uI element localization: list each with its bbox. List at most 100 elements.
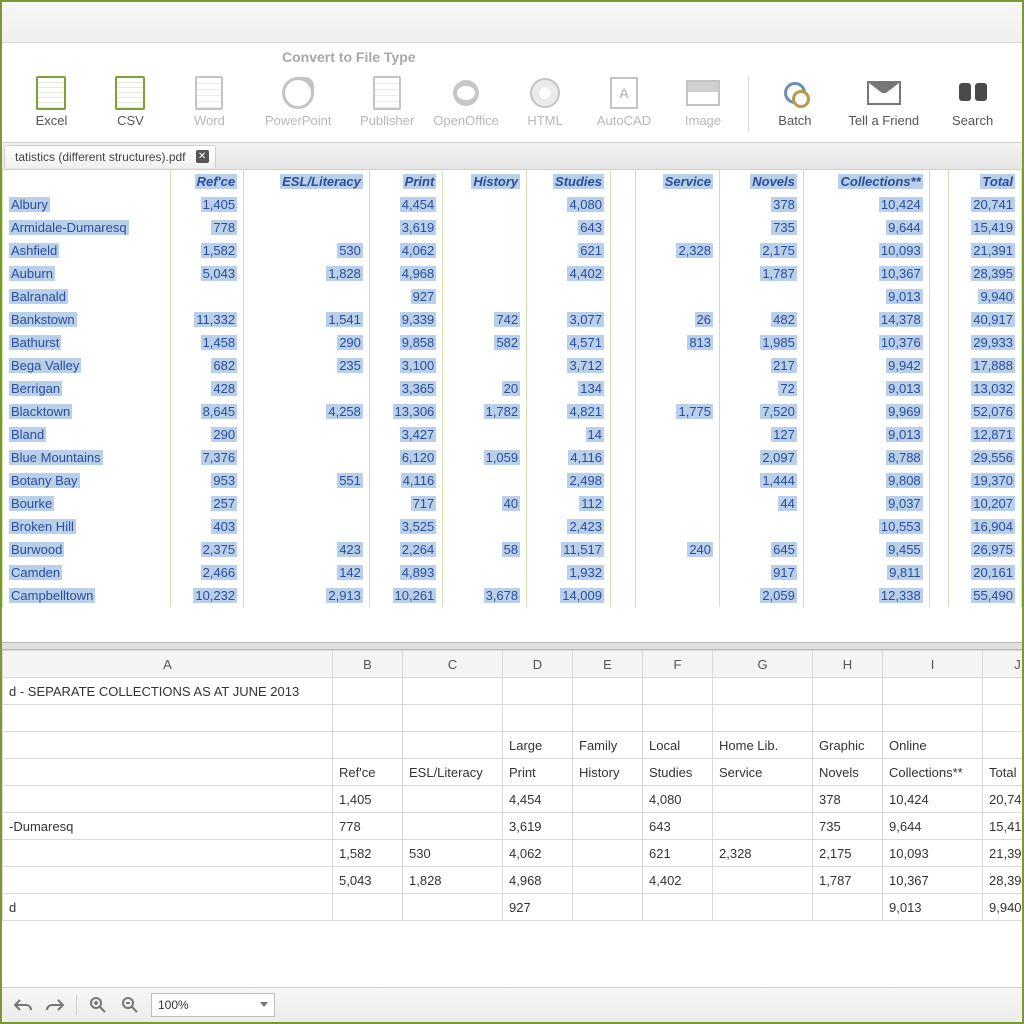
ribbon-batch-button[interactable]: Batch [755,73,834,132]
sheet-cell[interactable]: Ref'ce [333,759,403,786]
sheet-cell[interactable] [573,840,643,867]
sheet-cell[interactable]: 9,644 [883,813,983,840]
sheet-cell[interactable] [403,786,503,813]
sheet-cell[interactable] [3,786,333,813]
column-header[interactable]: I [883,651,983,678]
sheet-cell[interactable]: 2,175 [813,840,883,867]
sheet-cell[interactable]: 10,093 [883,840,983,867]
sheet-cell[interactable]: Print [503,759,573,786]
sheet-cell[interactable]: Online [883,732,983,759]
undo-icon[interactable] [12,994,34,1016]
sheet-cell[interactable] [333,705,403,732]
sheet-cell[interactable]: 10,367 [883,867,983,894]
sheet-cell[interactable]: 1,405 [333,786,403,813]
sheet-cell[interactable]: 20,741 [983,786,1023,813]
sheet-cell[interactable]: 15,419 [983,813,1023,840]
sheet-cell[interactable] [983,705,1023,732]
sheet-cell[interactable]: 1,582 [333,840,403,867]
sheet-cell[interactable]: Home Lib. [713,732,813,759]
sheet-cell[interactable] [713,894,813,921]
sheet-cell[interactable]: Collections** [883,759,983,786]
sheet-cell[interactable] [333,732,403,759]
sheet-cell[interactable] [573,678,643,705]
sheet-cell[interactable] [333,678,403,705]
sheet-cell[interactable]: Novels [813,759,883,786]
sheet-cell[interactable]: Total [983,759,1023,786]
sheet-cell[interactable] [573,894,643,921]
sheet-cell[interactable]: 9,013 [883,894,983,921]
sheet-cell[interactable]: 4,080 [643,786,713,813]
column-header[interactable]: A [3,651,333,678]
sheet-cell[interactable]: 3,619 [503,813,573,840]
sheet-cell[interactable] [503,678,573,705]
column-header[interactable]: J [983,651,1023,678]
column-header[interactable]: D [503,651,573,678]
column-header[interactable]: H [813,651,883,678]
sheet-cell[interactable]: Graphic [813,732,883,759]
sheet-cell[interactable]: Local [643,732,713,759]
zoom-in-icon[interactable] [87,994,109,1016]
sheet-cell[interactable]: -Dumaresq [3,813,333,840]
sheet-cell[interactable] [573,867,643,894]
sheet-cell[interactable]: History [573,759,643,786]
sheet-cell[interactable]: 21,391 [983,840,1023,867]
pdf-preview-pane[interactable]: Ref'ceESL/LiteracyPrintHistoryStudiesSer… [2,170,1022,642]
sheet-cell[interactable] [883,678,983,705]
sheet-cell[interactable] [643,678,713,705]
sheet-cell[interactable]: 621 [643,840,713,867]
sheet-cell[interactable] [403,705,503,732]
sheet-cell[interactable]: 4,968 [503,867,573,894]
sheet-cell[interactable] [713,678,813,705]
ribbon-csv-button[interactable]: CSV [91,73,170,132]
sheet-cell[interactable] [3,705,333,732]
sheet-cell[interactable] [713,813,813,840]
sheet-cell[interactable] [883,705,983,732]
sheet-cell[interactable] [983,678,1023,705]
ribbon-tell-button[interactable]: Tell a Friend [834,73,933,132]
sheet-cell[interactable] [983,732,1023,759]
sheet-cell[interactable] [813,705,883,732]
sheet-cell[interactable] [403,678,503,705]
column-header[interactable]: C [403,651,503,678]
sheet-cell[interactable]: 530 [403,840,503,867]
sheet-cell[interactable]: 927 [503,894,573,921]
sheet-cell[interactable] [3,867,333,894]
sheet-cell[interactable] [713,867,813,894]
sheet-cell[interactable]: Studies [643,759,713,786]
column-header[interactable]: G [713,651,813,678]
sheet-cell[interactable] [3,759,333,786]
sheet-cell[interactable] [713,705,813,732]
sheet-cell[interactable] [573,705,643,732]
sheet-cell[interactable] [403,732,503,759]
ribbon-search-button[interactable]: Search [933,73,1012,132]
pane-splitter[interactable] [2,642,1022,650]
sheet-cell[interactable] [813,678,883,705]
ribbon-excel-button[interactable]: Excel [12,73,91,132]
sheet-cell[interactable]: 643 [643,813,713,840]
sheet-cell[interactable] [333,894,403,921]
sheet-cell[interactable]: 1,828 [403,867,503,894]
sheet-cell[interactable]: 4,402 [643,867,713,894]
sheet-cell[interactable]: ESL/Literacy [403,759,503,786]
sheet-cell[interactable]: Service [713,759,813,786]
document-tab[interactable]: tatistics (different structures).pdf ✕ [4,145,216,168]
sheet-cell[interactable] [403,894,503,921]
sheet-cell[interactable]: 4,062 [503,840,573,867]
spreadsheet-pane[interactable]: ABCDEFGHIJ d - SEPARATE COLLECTIONS AS A… [2,650,1022,987]
sheet-cell[interactable] [643,705,713,732]
sheet-cell[interactable]: d - SEPARATE COLLECTIONS AS AT JUNE 2013 [3,678,333,705]
sheet-cell[interactable]: Family [573,732,643,759]
sheet-cell[interactable] [713,786,813,813]
sheet-cell[interactable]: 735 [813,813,883,840]
redo-icon[interactable] [44,994,66,1016]
column-header[interactable]: E [573,651,643,678]
column-header[interactable]: B [333,651,403,678]
sheet-cell[interactable]: 10,424 [883,786,983,813]
sheet-cell[interactable]: 4,454 [503,786,573,813]
sheet-cell[interactable]: 5,043 [333,867,403,894]
sheet-cell[interactable]: d [3,894,333,921]
sheet-cell[interactable] [3,732,333,759]
sheet-cell[interactable] [3,840,333,867]
sheet-cell[interactable] [503,705,573,732]
close-tab-icon[interactable]: ✕ [196,150,209,163]
